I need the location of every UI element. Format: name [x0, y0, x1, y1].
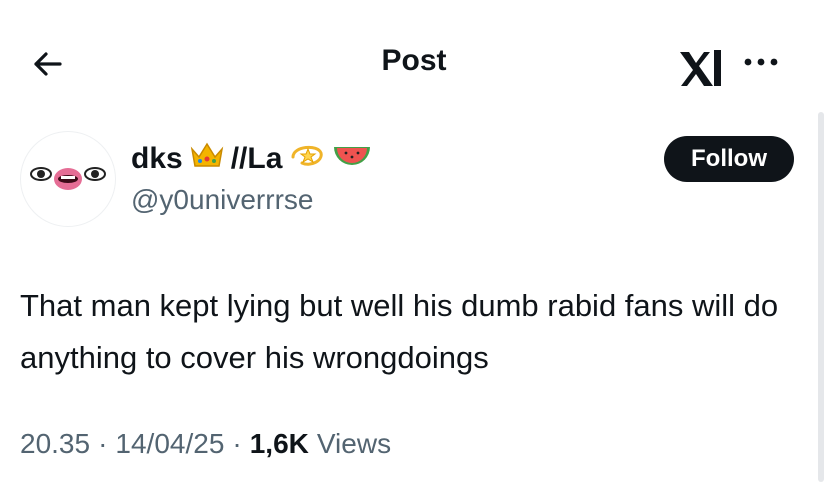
- post-date[interactable]: 14/04/25: [115, 428, 224, 460]
- display-name-part1: dks: [131, 142, 183, 175]
- tweet-text: That man kept lying but well his dumb ra…: [20, 288, 779, 375]
- avatar[interactable]: [20, 131, 116, 227]
- watermelon-icon: [332, 139, 372, 179]
- follow-button[interactable]: Follow: [664, 136, 794, 182]
- meta-separator: ·: [98, 428, 108, 459]
- author-handle[interactable]: @y0univerrrse: [131, 184, 313, 216]
- more-options-button[interactable]: [741, 50, 781, 74]
- views-count: 1,6K: [249, 428, 309, 459]
- crown-icon: [189, 139, 225, 179]
- eyes-and-lips-avatar: [30, 167, 106, 190]
- author-name[interactable]: dks //La: [131, 141, 372, 177]
- more-horizontal-icon: [744, 58, 778, 66]
- display-name-part2: //La: [230, 142, 283, 175]
- dizzy-icon: [288, 139, 326, 179]
- scrollbar[interactable]: [818, 112, 824, 482]
- meta-separator: ·: [232, 428, 242, 459]
- x-logo-icon[interactable]: [677, 46, 725, 90]
- top-bar: Post: [0, 0, 828, 120]
- post-time[interactable]: 20.35: [20, 428, 90, 460]
- tweet-meta: 20.35 · 14/04/25 · 1,6K Views: [20, 428, 391, 460]
- views-label: Views: [316, 428, 392, 459]
